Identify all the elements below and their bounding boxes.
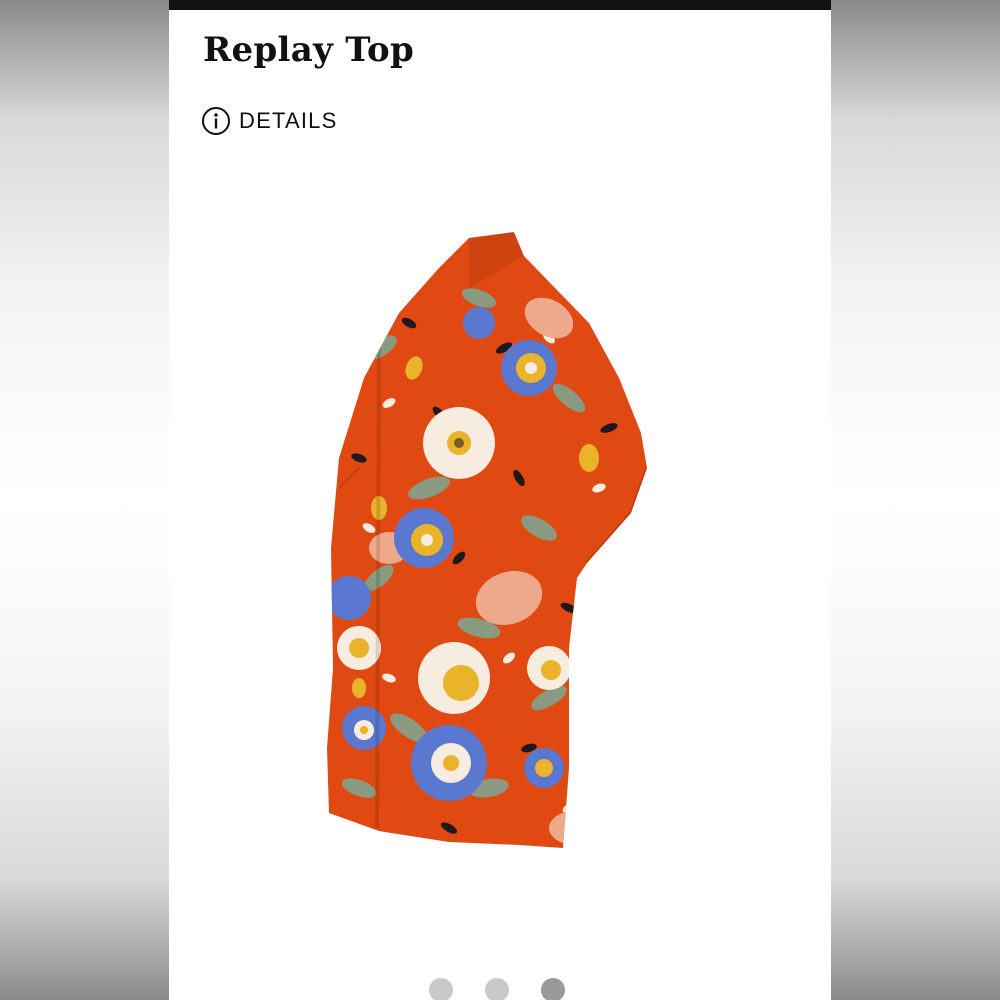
carousel-dot-3[interactable] [541, 978, 565, 1000]
details-label: DETAILS [239, 108, 338, 133]
product-panel: Replay Top DETAILS [169, 0, 831, 1000]
product-title: Replay Top [203, 30, 415, 70]
details-button[interactable]: DETAILS [201, 106, 337, 136]
shirt-body [327, 232, 647, 848]
top-bar [169, 0, 831, 10]
info-icon [202, 107, 230, 135]
carousel-dots [429, 978, 565, 1000]
product-image[interactable] [319, 228, 659, 858]
carousel-dot-2[interactable] [485, 978, 509, 1000]
carousel-dot-1[interactable] [429, 978, 453, 1000]
